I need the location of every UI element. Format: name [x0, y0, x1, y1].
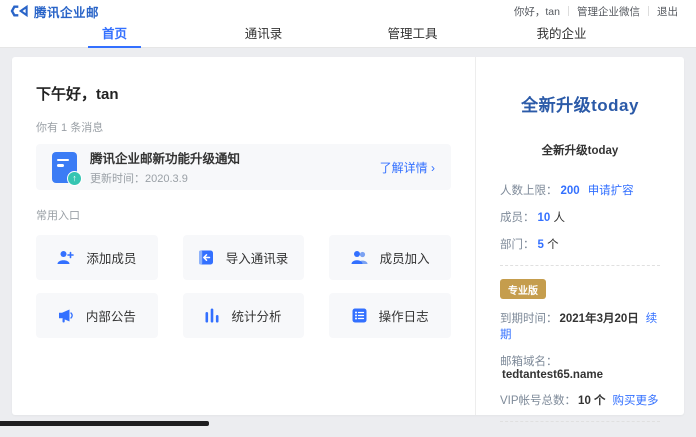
announcement-icon	[58, 309, 74, 323]
buy-more-link[interactable]: 购买更多	[613, 395, 659, 407]
members-icon	[351, 250, 368, 265]
logout-link[interactable]: 退出	[649, 4, 686, 19]
upload-arrow-icon: ↑	[67, 171, 82, 186]
message-count-text: 你有 1 条消息	[36, 119, 451, 135]
shortcut-grid: 添加成员 导入通讯录	[36, 235, 451, 338]
shortcut-label: 成员加入	[380, 248, 430, 267]
tab-contacts[interactable]: 通讯录	[189, 22, 338, 47]
tab-my-company[interactable]: 我的企业	[487, 22, 636, 47]
shortcut-label: 导入通讯录	[226, 248, 289, 267]
bar-chart-icon	[205, 308, 219, 323]
shortcut-label: 操作日志	[379, 306, 429, 325]
greeting-text: 下午好，tan	[36, 83, 451, 104]
nav-tabbar: 首页 通讯录 管理工具 我的企业	[0, 22, 696, 48]
plan-badge: 专业版	[500, 279, 546, 299]
shortcut-internal-announcement[interactable]: 内部公告	[36, 293, 158, 338]
learn-more-link[interactable]: 了解详情 ›	[380, 159, 435, 176]
user-greeting-link[interactable]: 你好，tan	[506, 4, 568, 19]
exmail-logo-icon	[10, 4, 29, 18]
page-body: 下午好，tan 你有 1 条消息 ↑ 腾讯企业邮新功能升级通知 更新时间：202…	[0, 48, 696, 415]
org-stats: 人数上限：200申请扩容 成员：10 人 部门：5 个	[500, 182, 660, 252]
divider	[500, 265, 660, 266]
exmail-logo[interactable]: 腾讯企业邮	[10, 2, 99, 21]
shortcut-label: 添加成员	[86, 248, 136, 267]
shortcut-label: 统计分析	[231, 306, 281, 325]
plan-expiry-row: 到期时间：2021年3月20日续期	[500, 310, 660, 342]
tab-home-label: 首页	[88, 22, 141, 48]
upgrade-banner-subtitle: 全新升级today	[500, 142, 660, 158]
top-header: 腾讯企业邮 你好，tan 管理企业微信 退出	[0, 0, 696, 22]
notice-title: 腾讯企业邮新功能升级通知	[90, 148, 367, 167]
upgrade-banner-title: 全新升级today	[500, 91, 660, 116]
notice-texts: 腾讯企业邮新功能升级通知 更新时间：2020.3.9	[90, 148, 367, 186]
side-column: 全新升级today 全新升级today 人数上限：200申请扩容 成员：10 人…	[475, 57, 684, 415]
divider	[500, 421, 660, 422]
notice-updated-time: 更新时间：2020.3.9	[90, 170, 367, 186]
tab-home[interactable]: 首页	[40, 22, 189, 47]
shortcut-statistics[interactable]: 统计分析	[183, 293, 305, 338]
header-links: 你好，tan 管理企业微信 退出	[506, 4, 686, 19]
manage-wechat-link[interactable]: 管理企业微信	[569, 4, 648, 19]
operation-log-icon	[352, 308, 367, 323]
shortcut-operation-log[interactable]: 操作日志	[329, 293, 451, 338]
tab-admin-tools[interactable]: 管理工具	[338, 22, 487, 47]
shortcuts-section-label: 常用入口	[36, 207, 451, 223]
shortcut-label: 内部公告	[86, 306, 136, 325]
stat-member-limit: 人数上限：200申请扩容	[500, 182, 660, 198]
shortcut-import-contacts[interactable]: 导入通讯录	[183, 235, 305, 280]
stat-members: 成员：10 人	[500, 209, 660, 225]
tab-admin-tools-label: 管理工具	[373, 22, 451, 46]
tab-my-company-label: 我的企业	[522, 22, 600, 46]
upgrade-doc-icon: ↑	[52, 152, 77, 183]
shortcut-add-member[interactable]: 添加成员	[36, 235, 158, 280]
upgrade-notice-row[interactable]: ↑ 腾讯企业邮新功能升级通知 更新时间：2020.3.9 了解详情 ›	[36, 144, 451, 190]
person-add-icon	[57, 250, 74, 265]
bottom-dark-bar	[0, 421, 209, 426]
chevron-right-icon: ›	[431, 161, 435, 175]
shortcut-member-join[interactable]: 成员加入	[329, 235, 451, 280]
plan-vip-row: VIP帐号总数：10 个购买更多	[500, 392, 660, 408]
apply-expand-link[interactable]: 申请扩容	[588, 185, 634, 197]
main-column: 下午好，tan 你有 1 条消息 ↑ 腾讯企业邮新功能升级通知 更新时间：202…	[12, 57, 475, 415]
dashboard-card: 下午好，tan 你有 1 条消息 ↑ 腾讯企业邮新功能升级通知 更新时间：202…	[12, 57, 684, 415]
plan-domain-row: 邮箱域名：tedtantest65.name	[500, 353, 660, 381]
logo-text: 腾讯企业邮	[34, 2, 99, 21]
stat-departments: 部门：5 个	[500, 236, 660, 252]
tab-contacts-label: 通讯录	[231, 22, 297, 46]
import-contacts-icon	[199, 250, 214, 265]
